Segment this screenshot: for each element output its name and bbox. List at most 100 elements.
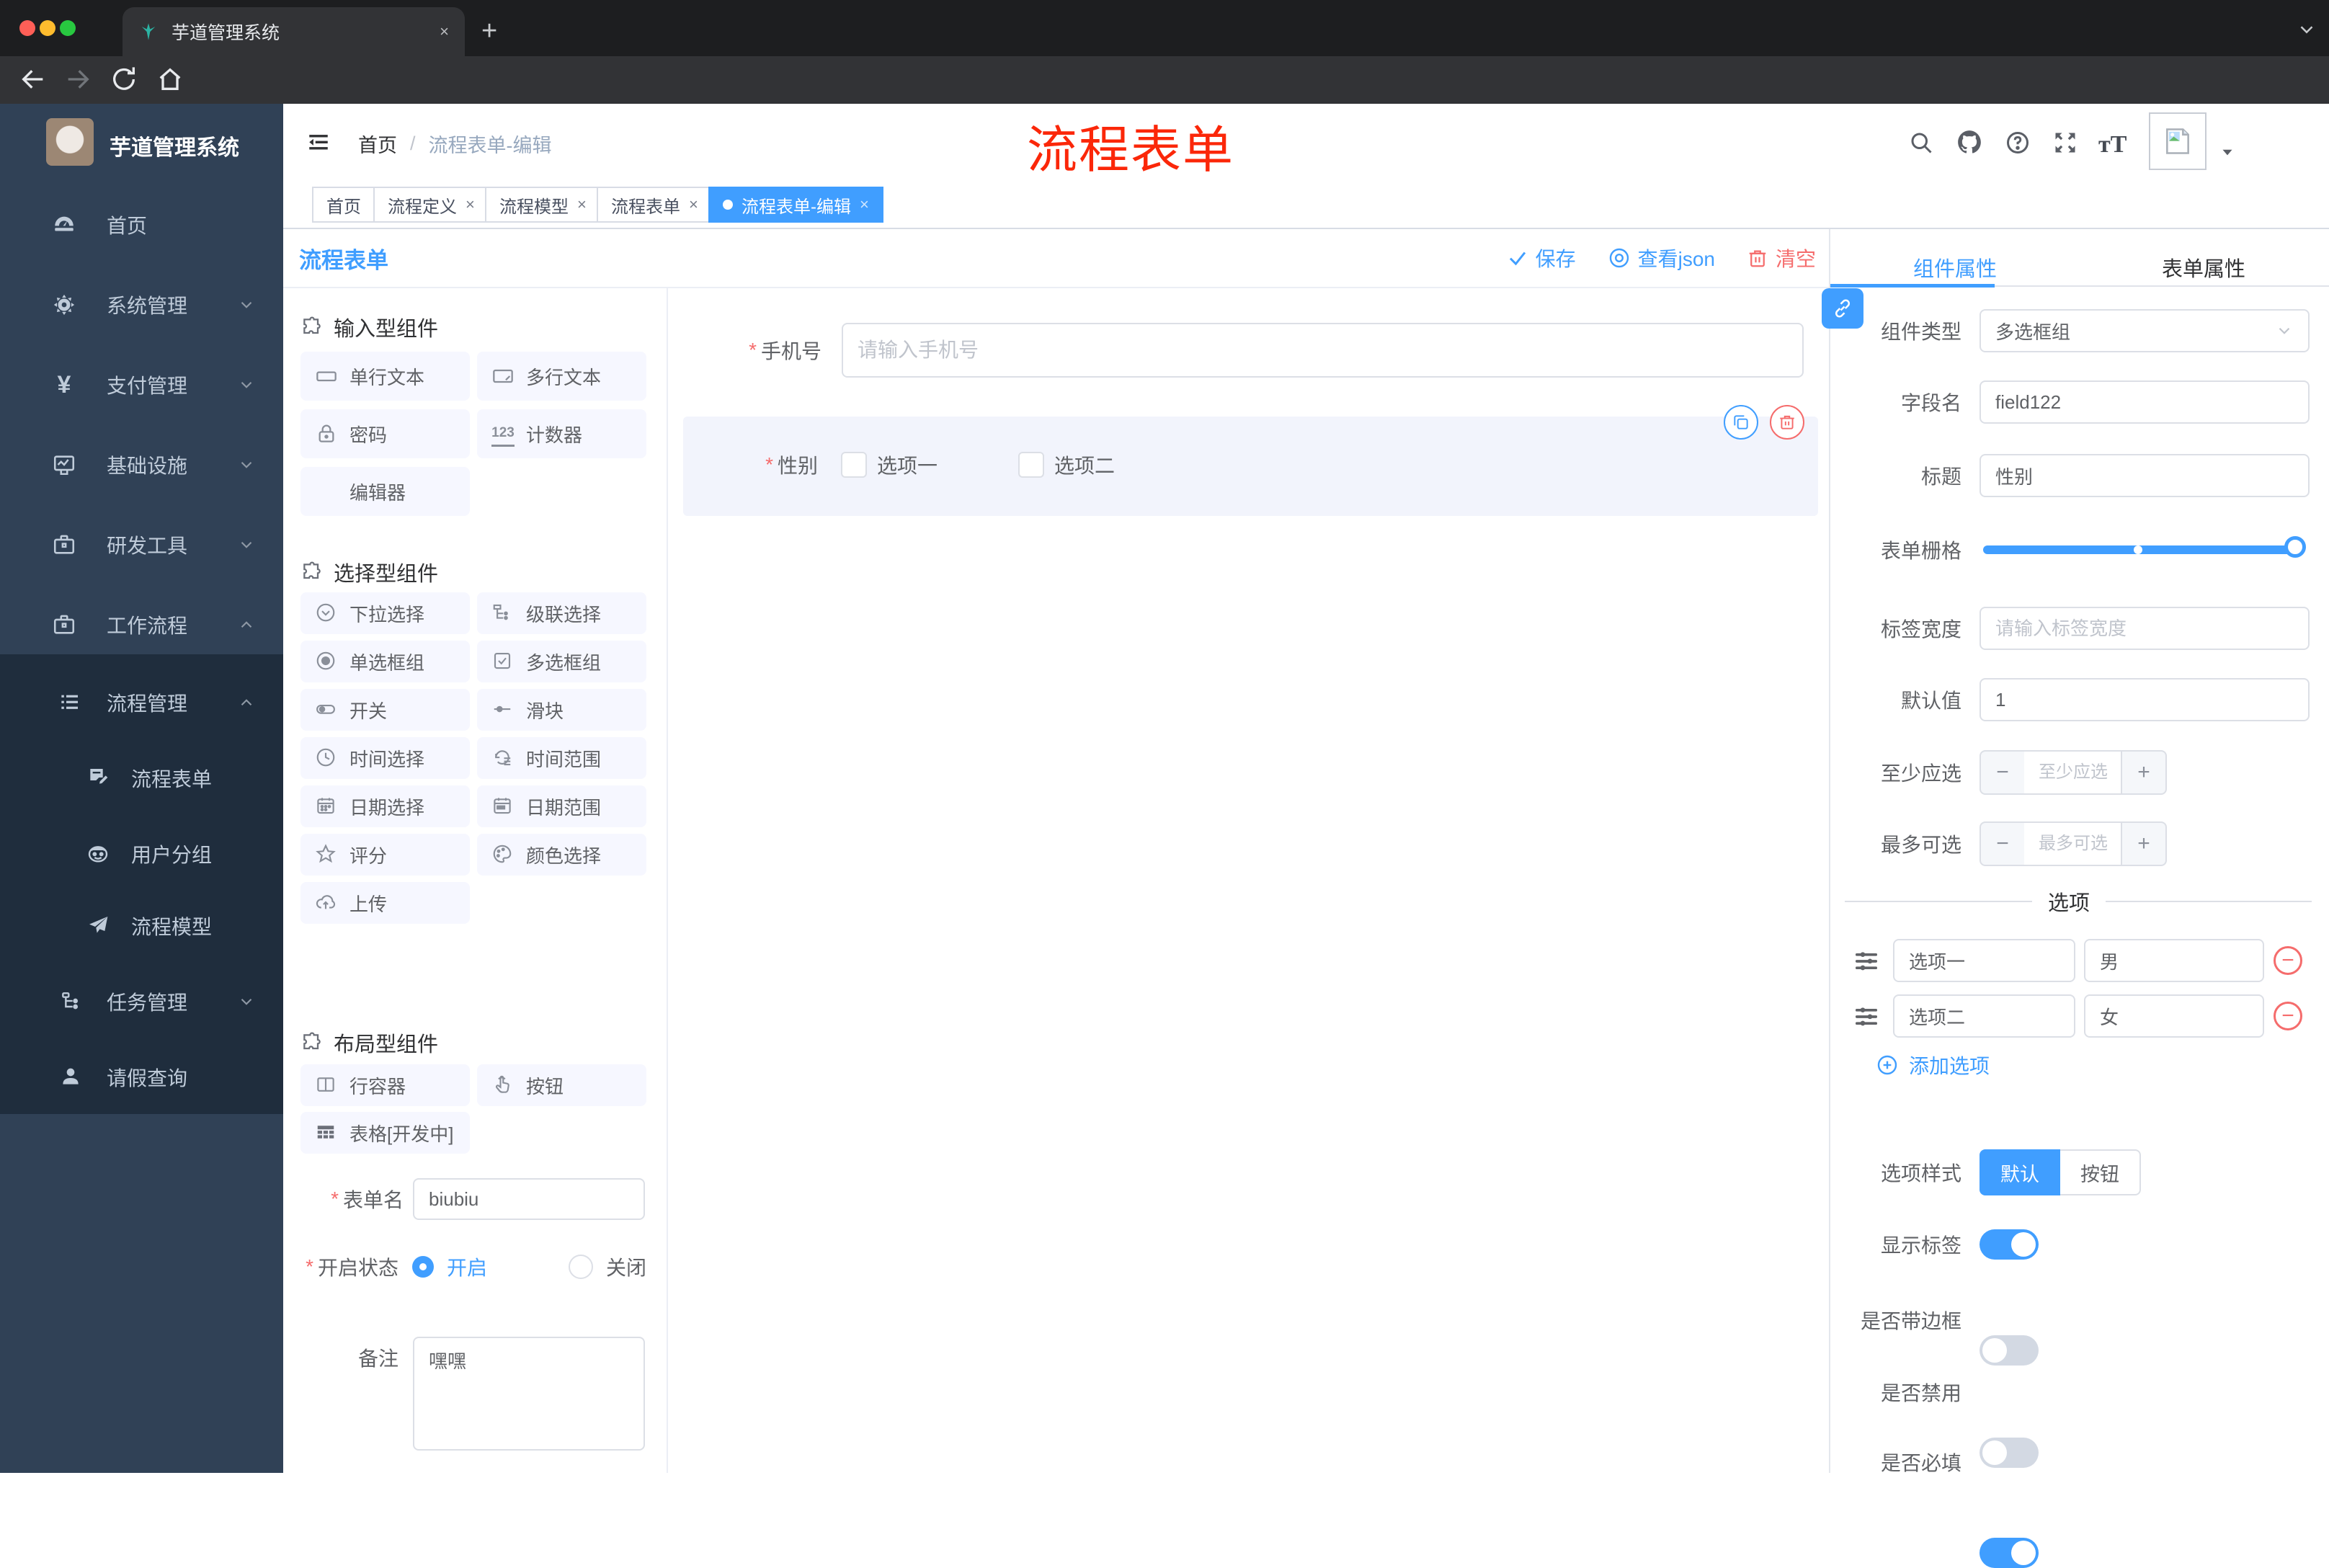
- remove-option-button[interactable]: −: [2274, 946, 2302, 975]
- option-label-input[interactable]: [1893, 939, 2075, 982]
- status-on-label[interactable]: 开启: [447, 1252, 487, 1281]
- checkbox-icon[interactable]: [841, 452, 867, 478]
- sidebar-item-devtools[interactable]: 研发工具: [0, 516, 283, 574]
- radio-on-icon[interactable]: [412, 1256, 434, 1278]
- required-toggle[interactable]: [1980, 1538, 2039, 1568]
- traffic-light-close[interactable]: [19, 20, 35, 36]
- traffic-light-zoom[interactable]: [60, 20, 76, 36]
- status-off-label[interactable]: 关闭: [606, 1252, 646, 1281]
- sidebar-item-infrastructure[interactable]: 基础设施: [0, 436, 283, 494]
- palette-item-single-text[interactable]: 单行文本: [300, 352, 470, 401]
- show-label-toggle[interactable]: [1980, 1229, 2039, 1260]
- border-toggle[interactable]: [1980, 1335, 2039, 1366]
- title-input[interactable]: [1980, 454, 2310, 497]
- search-icon[interactable]: [1908, 130, 1934, 156]
- palette-item-counter[interactable]: 123 计数器: [477, 409, 646, 458]
- option-label-input[interactable]: [1893, 994, 2075, 1038]
- stepper-plus-button[interactable]: +: [2121, 821, 2167, 866]
- stepper-plus-button[interactable]: +: [2121, 750, 2167, 795]
- option-style-default[interactable]: 默认: [1980, 1149, 2060, 1195]
- sidebar-collapse-icon[interactable]: [306, 130, 331, 154]
- clear-button[interactable]: 清空: [1747, 244, 1816, 272]
- remove-option-button[interactable]: −: [2274, 1002, 2302, 1030]
- sidebar-item-user-group[interactable]: 用户分组: [0, 825, 283, 883]
- new-tab-button[interactable]: +: [481, 16, 497, 47]
- palette-item-upload[interactable]: 上传: [300, 882, 470, 924]
- remark-textarea[interactable]: 嘿嘿: [413, 1337, 645, 1451]
- palette-item-table[interactable]: 表格[开发中]: [300, 1112, 470, 1154]
- palette-item-button[interactable]: 按钮: [477, 1064, 646, 1106]
- sidebar-item-home[interactable]: 首页: [0, 196, 283, 254]
- drag-handle-icon[interactable]: [1852, 946, 1881, 975]
- default-value-input[interactable]: [1980, 678, 2310, 721]
- form-name-input[interactable]: [413, 1178, 645, 1220]
- checkbox-icon[interactable]: [1018, 452, 1045, 478]
- close-icon[interactable]: ×: [577, 195, 587, 214]
- close-icon[interactable]: ×: [466, 195, 475, 214]
- gender-option-label[interactable]: 选项二: [1054, 450, 1115, 479]
- palette-item-radio-group[interactable]: 单选框组: [300, 641, 470, 682]
- reload-icon[interactable]: [110, 65, 138, 94]
- component-type-select[interactable]: 多选框组: [1980, 309, 2310, 352]
- palette-item-date-picker[interactable]: 日期选择: [300, 785, 470, 827]
- field-name-input[interactable]: [1980, 380, 2310, 424]
- browser-tab[interactable]: 芋道管理系统 ×: [123, 7, 465, 56]
- sidebar-item-process-model[interactable]: 流程模型: [0, 897, 283, 955]
- palette-item-color-picker[interactable]: 颜色选择: [477, 834, 646, 876]
- page-tab-process-definition[interactable]: 流程定义 ×: [373, 187, 489, 223]
- avatar-caret-icon[interactable]: [2218, 143, 2237, 161]
- palette-item-select[interactable]: 下拉选择: [300, 592, 470, 634]
- page-tab-process-form-edit[interactable]: 流程表单-编辑 ×: [708, 187, 883, 223]
- palette-item-editor[interactable]: 编辑器: [300, 467, 470, 516]
- radio-off-icon[interactable]: [569, 1255, 594, 1279]
- stepper-minus-button[interactable]: −: [1980, 750, 2026, 795]
- grid-slider-track[interactable]: [1983, 545, 2304, 554]
- option-value-input[interactable]: [2084, 939, 2264, 982]
- sidebar-item-system[interactable]: 系统管理: [0, 276, 283, 334]
- label-width-input[interactable]: [1980, 607, 2310, 650]
- traffic-light-minimize[interactable]: [40, 20, 55, 36]
- disabled-toggle[interactable]: [1980, 1438, 2039, 1468]
- palette-item-time-picker[interactable]: 时间选择: [300, 737, 470, 779]
- drag-handle-icon[interactable]: [1852, 1002, 1881, 1030]
- help-icon[interactable]: [2005, 130, 2031, 156]
- palette-item-rate[interactable]: 评分: [300, 834, 470, 876]
- close-tab-icon[interactable]: ×: [440, 22, 449, 41]
- sidebar-item-task-mgmt[interactable]: 任务管理: [0, 973, 283, 1030]
- min-select-input[interactable]: [2024, 750, 2122, 795]
- palette-item-textarea[interactable]: 多行文本: [477, 352, 646, 401]
- close-icon[interactable]: ×: [860, 195, 869, 214]
- page-tab-process-model[interactable]: 流程模型 ×: [485, 187, 601, 223]
- gender-option-label[interactable]: 选项一: [877, 450, 938, 479]
- palette-item-slider[interactable]: 滑块: [477, 689, 646, 731]
- back-icon[interactable]: [19, 65, 48, 94]
- tab-search-chevron-icon[interactable]: [2296, 19, 2317, 40]
- option-value-input[interactable]: [2084, 994, 2264, 1038]
- github-icon[interactable]: [1956, 128, 1983, 156]
- avatar[interactable]: [2149, 112, 2206, 170]
- save-button[interactable]: 保存: [1507, 244, 1576, 272]
- fullscreen-icon[interactable]: [2052, 130, 2078, 156]
- sidebar-item-workflow[interactable]: 工作流程: [0, 596, 283, 654]
- breadcrumb-root[interactable]: 首页: [358, 130, 397, 158]
- forward-icon[interactable]: [63, 65, 92, 94]
- add-option-button[interactable]: 添加选项: [1876, 1051, 1990, 1079]
- tab-component-props[interactable]: 组件属性: [1913, 252, 1997, 282]
- max-select-input[interactable]: [2024, 821, 2122, 866]
- palette-item-time-range[interactable]: 时间范围: [477, 737, 646, 779]
- palette-item-cascader[interactable]: 级联选择: [477, 592, 646, 634]
- sidebar-item-leave-query[interactable]: 请假查询: [0, 1048, 283, 1106]
- sidebar-item-payment[interactable]: ¥ 支付管理: [0, 356, 283, 414]
- tab-form-props[interactable]: 表单属性: [2162, 252, 2245, 282]
- close-icon[interactable]: ×: [689, 195, 698, 214]
- sidebar-item-process-form[interactable]: 流程表单: [0, 749, 283, 807]
- grid-slider-knob[interactable]: [2284, 536, 2306, 558]
- palette-item-switch[interactable]: 开关: [300, 689, 470, 731]
- palette-item-checkbox-group[interactable]: 多选框组: [477, 641, 646, 682]
- view-json-button[interactable]: 查看json: [1608, 244, 1715, 272]
- palette-item-row-container[interactable]: 行容器: [300, 1064, 470, 1106]
- home-icon[interactable]: [156, 65, 184, 94]
- stepper-minus-button[interactable]: −: [1980, 821, 2026, 866]
- page-tab-home[interactable]: 首页: [312, 187, 375, 223]
- phone-input[interactable]: [842, 323, 1804, 378]
